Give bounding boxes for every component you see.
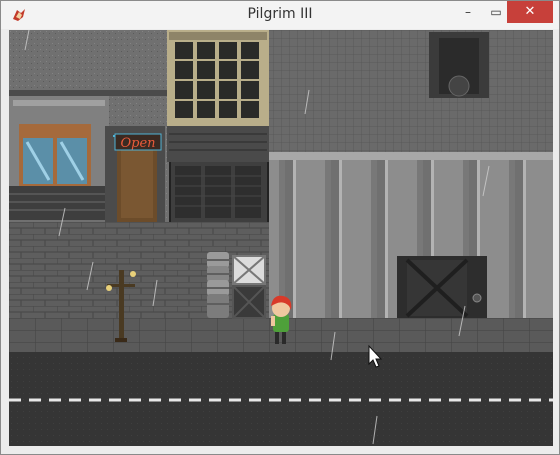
road bbox=[9, 352, 553, 446]
minimize-button[interactable]: – bbox=[455, 1, 481, 23]
warehouse-building bbox=[269, 30, 553, 320]
middle-building bbox=[167, 30, 269, 222]
game-window: Pilgrim III – ▭ ✕ Open bbox=[0, 0, 560, 455]
brick-wall bbox=[9, 222, 269, 320]
title-bar[interactable]: Pilgrim III – ▭ ✕ bbox=[1, 1, 559, 29]
game-viewport[interactable]: Open bbox=[9, 30, 553, 446]
close-button[interactable]: ✕ bbox=[507, 1, 553, 23]
maximize-button[interactable]: ▭ bbox=[483, 1, 509, 23]
barrels bbox=[207, 252, 229, 318]
left-building bbox=[9, 30, 169, 226]
open-neon-sign: Open bbox=[114, 133, 162, 151]
crates bbox=[232, 255, 266, 319]
open-sign-text: Open bbox=[120, 136, 155, 151]
game-scene[interactable]: Open bbox=[9, 30, 553, 446]
